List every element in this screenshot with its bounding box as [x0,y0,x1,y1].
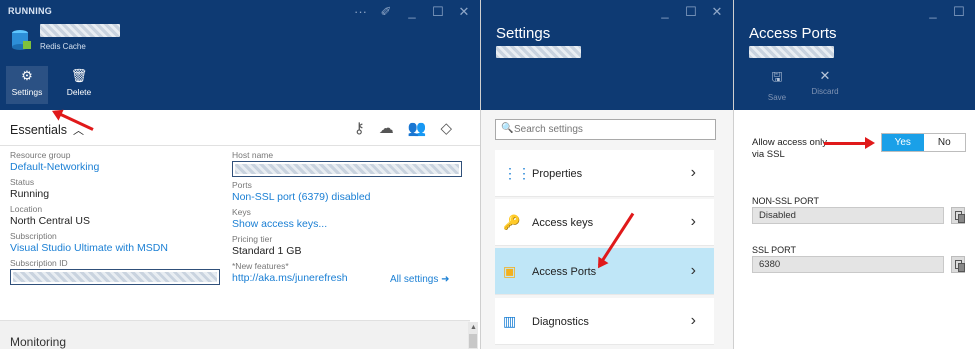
ports-link[interactable]: Non-SSL port (6379) disabled [232,191,462,204]
non-ssl-port-field: Disabled [752,207,944,224]
window-controls: _ ☐ [927,4,965,20]
tag-icon[interactable]: ◇ [440,119,452,137]
settings-item-diagnostics[interactable]: ▥ Diagnostics › [495,298,714,345]
host-name-redacted [232,161,462,177]
subscription-link[interactable]: Visual Studio Ultimate with MSDN [10,242,220,255]
field-key: Status [10,177,35,187]
field-key: Ports [232,180,252,190]
scrollbar[interactable]: ▲ [468,322,478,349]
diagnostics-icon: ▥ [503,313,517,329]
settings-blade: Settings _ ☐ ✕ 🔍 ⋮⋮ Properties › 🔑 Acces… [480,0,733,349]
status-label: RUNNING [8,6,53,16]
subscription-id-redacted [10,269,220,285]
resource-type: Redis Cache [40,42,86,51]
scroll-up-icon[interactable]: ▲ [470,324,477,331]
copy-icon[interactable] [951,207,965,224]
ssl-only-toggle[interactable]: Yes No [881,133,966,152]
blade-header: Access Ports _ ☐ 🖫 Save ✕ Discard [734,0,975,110]
save-icon: 🖫 [771,69,783,84]
ssl-only-label: Allow access only via SSL [752,137,827,160]
close-icon[interactable]: ✕ [711,4,723,20]
close-icon[interactable]: ✕ [458,4,470,20]
pin-icon[interactable]: ✐ [380,4,392,20]
chevron-right-icon: › [690,164,696,181]
cloud-icon[interactable]: ☁ [379,119,394,137]
users-icon[interactable]: 👥 [408,119,427,137]
essentials-right-column: Host name Ports Non-SSL port (6379) disa… [232,150,462,288]
maximize-icon[interactable]: ☐ [685,4,697,20]
monitoring-section: Monitoring [0,320,470,349]
delete-button[interactable]: 🗑 Delete [58,68,100,97]
settings-item-label: Diagnostics [532,316,589,328]
all-settings-link[interactable]: All settings ➜ [390,274,450,285]
blade-header: RUNNING ··· ✐ _ ☐ ✕ Redis Cache ⚙ Settin… [0,0,480,110]
essentials-left-column: Resource group Default-Networking Status… [10,150,220,288]
discard-button[interactable]: ✕ Discard [806,68,844,96]
save-label: Save [767,93,787,102]
status-value: Running [10,188,50,200]
pricing-tier-value: Standard 1 GB [232,245,302,257]
copy-icon[interactable] [951,256,965,273]
annotation-arrow [824,137,875,149]
blade-title: Settings [496,25,551,42]
scroll-thumb[interactable] [469,334,477,348]
chevron-right-icon: › [690,213,696,230]
resource-name-redacted [496,46,581,58]
minimize-icon[interactable]: _ [927,4,939,20]
chevron-right-icon: › [690,312,696,329]
lock-icon: ▣ [503,263,517,279]
delete-label: Delete [66,87,92,97]
key-icon: 🔑 [503,214,521,230]
window-controls: ··· ✐ _ ☐ ✕ [354,4,470,20]
field-key: Subscription ID [10,258,68,268]
minimize-icon[interactable]: _ [659,4,671,20]
field-key: Pricing tier [232,234,273,244]
minimize-icon[interactable]: _ [406,4,418,20]
field-key: Subscription [10,231,57,241]
field-key: Host name [232,150,274,160]
essentials-actions: ⚷ ☁ 👥 ◇ [354,119,452,137]
save-button[interactable]: 🖫 Save [758,68,796,102]
maximize-icon[interactable]: ☐ [432,4,444,20]
key-icon[interactable]: ⚷ [354,119,365,137]
search-icon: 🔍 [501,123,514,134]
properties-icon: ⋮⋮ [503,165,531,181]
access-ports-blade: Access Ports _ ☐ 🖫 Save ✕ Discard Allow … [733,0,975,349]
field-key: Keys [232,207,251,217]
settings-item-label: Access Ports [532,266,597,278]
maximize-icon[interactable]: ☐ [953,4,965,20]
resource-group-link[interactable]: Default-Networking [10,161,220,174]
discard-icon: ✕ [819,68,831,83]
field-key: Location [10,204,43,214]
resource-name-redacted [749,46,834,58]
settings-item-label: Properties [532,168,583,180]
toggle-no[interactable]: No [924,134,966,151]
resource-name-redacted [40,24,120,37]
non-ssl-port-label: NON-SSL PORT [752,196,820,206]
more-icon[interactable]: ··· [354,4,367,20]
search-settings-field[interactable]: 🔍 [495,119,716,140]
settings-button[interactable]: ⚙ Settings [6,66,48,104]
field-key: *New features* [232,261,289,271]
blade-title: Access Ports [749,25,837,42]
settings-item-label: Access keys [532,217,594,229]
toggle-yes[interactable]: Yes [882,134,924,151]
discard-label: Discard [811,87,839,96]
access-keys-link[interactable]: Show access keys... [232,218,462,231]
chevron-right-icon: › [690,262,696,279]
blade-header: Settings _ ☐ ✕ [481,0,733,110]
window-controls: _ ☐ ✕ [659,4,723,20]
location-value: North Central US [10,215,90,227]
redis-cache-blade: RUNNING ··· ✐ _ ☐ ✕ Redis Cache ⚙ Settin… [0,0,480,349]
settings-item-properties[interactable]: ⋮⋮ Properties › [495,150,714,197]
search-input[interactable] [514,122,704,137]
monitoring-title: Monitoring [10,335,67,349]
ssl-port-label: SSL PORT [752,245,797,255]
settings-item-access-keys[interactable]: 🔑 Access keys › [495,199,714,246]
essentials-toggle[interactable]: Essentials ︿ [10,122,84,138]
ssl-port-field: 6380 [752,256,944,273]
redis-cache-icon [12,30,31,50]
field-key: Resource group [10,150,71,160]
trash-icon: 🗑 [70,68,88,83]
